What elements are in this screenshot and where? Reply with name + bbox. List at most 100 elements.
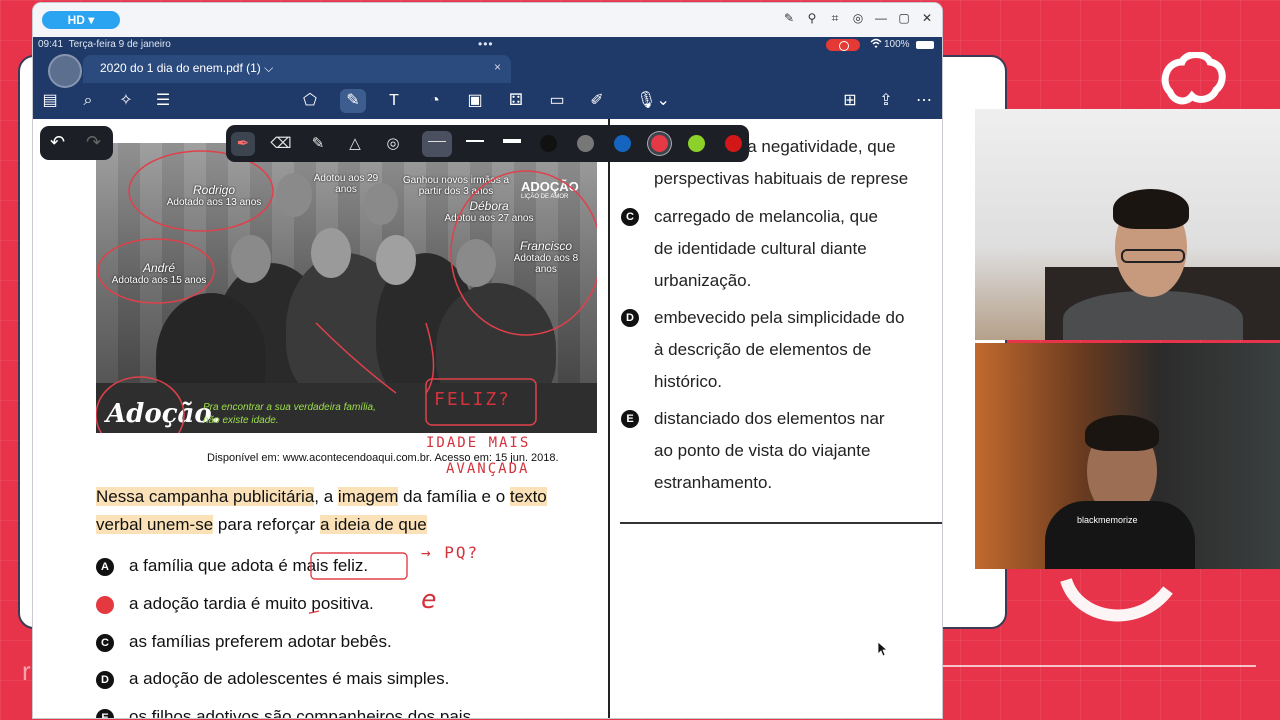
laser-icon[interactable]: ✐ bbox=[584, 89, 610, 113]
cam-hair bbox=[1113, 189, 1189, 229]
handwritten-pq: → PQ? bbox=[421, 543, 480, 562]
status-time-text: 09:41 bbox=[38, 39, 64, 50]
handwritten-pq-text: PQ? bbox=[444, 543, 480, 562]
color-swatch-6[interactable] bbox=[725, 135, 742, 152]
maximize-icon[interactable]: ▢ bbox=[897, 11, 911, 26]
highlighter-icon[interactable]: ✎ bbox=[306, 132, 330, 156]
wifi-icon bbox=[870, 38, 882, 51]
status-bar: 09:41 Terça-feira 9 de janeiro ••• 100% bbox=[33, 37, 942, 53]
new-page-icon[interactable]: ⊞ bbox=[837, 89, 863, 113]
color-swatch-3[interactable] bbox=[614, 135, 631, 152]
tab-close-icon[interactable]: × bbox=[494, 60, 501, 74]
option-text: a adoção de adolescentes é mais simples. bbox=[129, 669, 450, 688]
list-icon[interactable]: ☰ bbox=[150, 89, 176, 113]
option-letter: C bbox=[96, 634, 114, 652]
mic-icon[interactable]: 🎙︎⌄ bbox=[633, 89, 673, 113]
right-line: embevecido pela simplicidade do bbox=[654, 308, 905, 327]
thickness-medium-icon[interactable] bbox=[466, 140, 484, 142]
option-text: as famílias preferem adotar bebês. bbox=[129, 632, 392, 651]
color-swatch-4[interactable] bbox=[651, 135, 668, 152]
option-c[interactable]: Cas famílias preferem adotar bebês. bbox=[96, 632, 392, 652]
option-letter: D bbox=[96, 671, 114, 689]
right-option-lines: distanciado dos elementos nar ao ponto d… bbox=[654, 403, 885, 499]
tab-chevron-icon[interactable]: ⌵ bbox=[264, 61, 273, 75]
question-part: a ideia de que bbox=[319, 515, 427, 534]
crop-icon[interactable]: ⌗ bbox=[828, 11, 842, 26]
brain-watermark-icon bbox=[1058, 560, 1178, 639]
campaign-photo: Rodrigo Adotado aos 13 anos Adotou aos 29… bbox=[96, 143, 597, 433]
redo-icon[interactable]: ↷ bbox=[86, 132, 101, 153]
mouse-cursor-icon bbox=[877, 641, 889, 660]
more-icon[interactable]: ⋯ bbox=[911, 89, 937, 113]
thickness-thick-icon[interactable] bbox=[503, 139, 521, 143]
fountain-pen-icon[interactable]: ✒ bbox=[231, 132, 255, 156]
right-line: ao ponto de vista do viajante bbox=[654, 441, 871, 460]
battery-level: 100% bbox=[884, 39, 910, 50]
note-icon[interactable]: ▭ bbox=[544, 89, 570, 113]
close-icon[interactable]: ✕ bbox=[920, 11, 934, 26]
main-toolbar: ▤ ⌕ ✧ ☰ ⬠ ✎ T ◔ ▣ ⚃ ▭ ✐ 🎙︎⌄ ⊞ ⇪ ⋯ bbox=[33, 83, 942, 119]
color-swatch-2[interactable] bbox=[577, 135, 594, 152]
right-line: distanciado dos elementos nar bbox=[654, 409, 885, 428]
status-date: Terça-feira 9 de janeiro bbox=[68, 39, 171, 50]
cam-body bbox=[1063, 291, 1243, 340]
option-letter-marked: B bbox=[96, 596, 114, 614]
sparkle-icon[interactable]: ✧ bbox=[113, 89, 139, 113]
app-window: HD ▾ ✎ ⚲ ⌗ ◎ — ▢ ✕ 09:41 Terça-feira 9 d… bbox=[33, 3, 942, 718]
right-option-lines: carregado de melancolia, que de identida… bbox=[654, 201, 878, 297]
question-part: para reforçar bbox=[213, 515, 320, 534]
shapes-icon[interactable]: ⬠ bbox=[297, 89, 323, 113]
question-part: da família e o bbox=[398, 487, 510, 506]
cam-hair bbox=[1085, 415, 1159, 451]
answer-annotation bbox=[309, 552, 408, 614]
search-icon[interactable]: ⌕ bbox=[75, 89, 101, 113]
textbox-icon[interactable]: T bbox=[381, 89, 407, 113]
right-line: de identidade cultural diante bbox=[654, 239, 867, 258]
webcam-feed-1 bbox=[975, 109, 1280, 340]
color-swatch-5[interactable] bbox=[688, 135, 705, 152]
right-line: à descrição de elementos de bbox=[654, 340, 872, 359]
thickness-thin-selected[interactable] bbox=[422, 131, 452, 157]
tab-document[interactable]: 2020 do 1 dia do enem.pdf (1) ⌵ × bbox=[83, 55, 511, 83]
minimize-icon[interactable]: — bbox=[874, 11, 888, 26]
window-titlebar: HD ▾ ✎ ⚲ ⌗ ◎ — ▢ ✕ bbox=[33, 3, 942, 37]
hd-quality-button[interactable]: HD ▾ bbox=[42, 11, 120, 29]
option-d[interactable]: Da adoção de adolescentes é mais simples… bbox=[96, 669, 449, 689]
glasses-icon bbox=[1121, 249, 1185, 263]
target-icon[interactable]: ◎ bbox=[851, 11, 865, 26]
option-letter: A bbox=[96, 558, 114, 576]
eraser-icon[interactable]: ⌫ bbox=[269, 132, 293, 156]
option-letter: E bbox=[621, 410, 639, 428]
cam-shirt: blackmemorize bbox=[1045, 501, 1195, 569]
question-stem: Nessa campanha publicitária, a imagem da… bbox=[96, 483, 597, 539]
annotation-layer bbox=[96, 150, 597, 433]
pencil-icon[interactable]: ✎ bbox=[782, 11, 796, 26]
handwritten-feliz: FELIZ? bbox=[434, 389, 512, 410]
pen-icon[interactable]: ✎ bbox=[340, 89, 366, 113]
color-swatch-1[interactable] bbox=[540, 135, 557, 152]
right-option-lines: embevecido pela simplicidade do à descri… bbox=[654, 302, 904, 398]
pdf-page[interactable]: Rodrigo Adotado aos 13 anos Adotou aos 29… bbox=[33, 119, 942, 718]
recording-indicator-icon bbox=[826, 39, 860, 51]
undo-icon[interactable]: ↶ bbox=[50, 132, 65, 153]
sticker-icon[interactable]: ◔ bbox=[422, 89, 448, 113]
question-part: Nessa campanha publicitária bbox=[96, 487, 315, 506]
tab-label: 2020 do 1 dia do enem.pdf (1) ⌵ bbox=[100, 61, 273, 76]
webcam-feed-2: blackmemorize bbox=[975, 343, 1280, 569]
right-line: urbanização. bbox=[654, 271, 752, 290]
handwritten-e: e bbox=[421, 585, 439, 615]
shirt-logo-text: blackmemorize bbox=[1077, 515, 1138, 525]
sidebar-icon[interactable]: ▤ bbox=[37, 89, 63, 113]
undo-redo-bar: ↶ ↷ bbox=[40, 126, 113, 160]
question-part: imagem bbox=[337, 487, 399, 506]
multitask-dots[interactable]: ••• bbox=[478, 37, 494, 51]
image-icon[interactable]: ▣ bbox=[462, 89, 488, 113]
lasso-icon[interactable]: △ bbox=[343, 132, 367, 156]
option-text: os filhos adotivos são companheiros dos … bbox=[129, 707, 476, 718]
shape-recognition-icon[interactable]: ◎ bbox=[381, 132, 405, 156]
option-letter: C bbox=[621, 208, 639, 226]
elements-icon[interactable]: ⚃ bbox=[503, 89, 529, 113]
share-icon[interactable]: ⇪ bbox=[873, 89, 899, 113]
pin-icon[interactable]: ⚲ bbox=[805, 11, 819, 26]
option-e[interactable]: Eos filhos adotivos são companheiros dos… bbox=[96, 707, 476, 718]
